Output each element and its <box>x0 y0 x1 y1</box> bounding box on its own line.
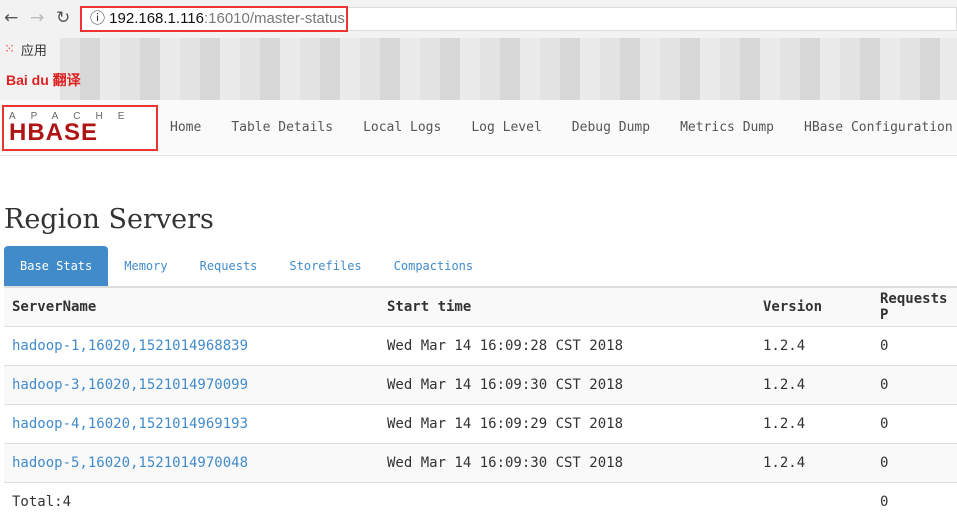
nav-debug-dump[interactable]: Debug Dump <box>572 120 650 135</box>
blurred-bookmarks <box>60 38 957 100</box>
nav-log-level[interactable]: Log Level <box>471 120 541 135</box>
nav-local-logs[interactable]: Local Logs <box>363 120 441 135</box>
region-servers-table: ServerName Start time Version Requests P… <box>4 287 957 522</box>
version: 1.2.4 <box>755 365 872 405</box>
back-icon[interactable]: ← <box>4 8 18 28</box>
total-row: Total:4 0 <box>4 482 957 522</box>
version: 1.2.4 <box>755 326 872 366</box>
info-icon: ⓘ <box>90 10 110 27</box>
table-row: hadoop-3,16020,1521014970099 Wed Mar 14 1… <box>4 365 957 405</box>
requests: 0 <box>872 404 957 444</box>
navbar: APACHE HBASE Home Table Details Local Log… <box>0 100 957 156</box>
start-time: Wed Mar 14 16:09:30 CST 2018 <box>379 365 755 405</box>
forward-icon[interactable]: → <box>30 8 44 28</box>
col-requests: Requests P <box>872 287 957 327</box>
start-time: Wed Mar 14 16:09:28 CST 2018 <box>379 326 755 366</box>
reload-icon[interactable]: ↻ <box>56 8 70 28</box>
tab-compactions[interactable]: Compactions <box>378 246 489 286</box>
version: 1.2.4 <box>755 404 872 444</box>
table-row: hadoop-4,16020,1521014969193 Wed Mar 14 1… <box>4 404 957 444</box>
nav-table-details[interactable]: Table Details <box>231 120 333 135</box>
bookmark-apps[interactable]: ⁙ 应用 <box>0 38 47 60</box>
table-header: ServerName Start time Version Requests P <box>4 287 957 327</box>
server-link[interactable]: hadoop-1,16020,1521014968839 <box>12 338 248 354</box>
bookmark-baidu[interactable]: Bai du 翻译 <box>6 70 81 90</box>
version: 1.2.4 <box>755 443 872 483</box>
total-requests: 0 <box>872 482 957 522</box>
table-row: hadoop-1,16020,1521014968839 Wed Mar 14 1… <box>4 326 957 366</box>
apps-grid-icon: ⁙ <box>4 41 15 56</box>
page-title: Region Servers <box>4 204 214 235</box>
requests: 0 <box>872 326 957 366</box>
server-link[interactable]: hadoop-5,16020,1521014970048 <box>12 455 248 471</box>
requests: 0 <box>872 443 957 483</box>
tab-storefiles[interactable]: Storefiles <box>273 246 377 286</box>
requests: 0 <box>872 365 957 405</box>
region-server-tabs: Base Stats Memory Requests Storefiles Co… <box>4 246 957 287</box>
nav-hbase-configuration[interactable]: HBase Configuration <box>804 120 953 135</box>
nav-metrics-dump[interactable]: Metrics Dump <box>680 120 774 135</box>
table-row: hadoop-5,16020,1521014970048 Wed Mar 14 1… <box>4 443 957 483</box>
tab-requests[interactable]: Requests <box>184 246 274 286</box>
server-link[interactable]: hadoop-4,16020,1521014969193 <box>12 416 248 432</box>
start-time: Wed Mar 14 16:09:29 CST 2018 <box>379 404 755 444</box>
address-bar[interactable]: ⓘ 192.168.1.116:16010/master-status <box>80 6 348 32</box>
address-bar-extension[interactable] <box>348 7 957 31</box>
col-version: Version <box>755 287 872 327</box>
server-link[interactable]: hadoop-3,16020,1521014970099 <box>12 377 248 393</box>
start-time: Wed Mar 14 16:09:30 CST 2018 <box>379 443 755 483</box>
total-label: Total:4 <box>4 482 379 522</box>
col-start-time: Start time <box>379 287 755 327</box>
tab-memory[interactable]: Memory <box>108 246 183 286</box>
nav-home[interactable]: Home <box>170 120 201 135</box>
hbase-logo[interactable]: APACHE HBASE <box>2 104 158 151</box>
col-servername: ServerName <box>4 287 379 327</box>
tab-base-stats[interactable]: Base Stats <box>4 246 109 286</box>
browser-chrome: ← → ↻ ⓘ 192.168.1.116:16010/master-statu… <box>0 0 957 100</box>
